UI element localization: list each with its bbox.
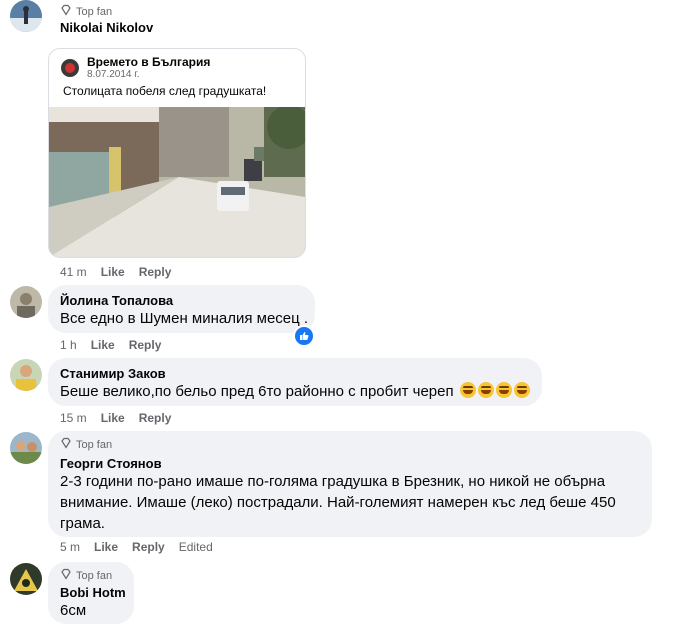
like-button[interactable]: Like bbox=[101, 411, 125, 425]
comment-actions: 5 m Like Reply Edited bbox=[60, 540, 213, 554]
reply-button[interactable]: Reply bbox=[132, 540, 165, 554]
diamond-icon bbox=[60, 4, 72, 19]
comment-time[interactable]: 5 m bbox=[60, 540, 80, 554]
comment-author[interactable]: Станимир Заков bbox=[60, 366, 166, 381]
comment-text: 2-3 години по-рано имаше по-голяма граду… bbox=[60, 473, 616, 532]
post-text: Столицата побеля след градушката! bbox=[63, 84, 267, 98]
avatar-bobi[interactable] bbox=[10, 563, 42, 595]
top-fan-badge: Top fan bbox=[60, 437, 112, 452]
like-button[interactable]: Like bbox=[94, 540, 118, 554]
top-fan-badge: Top fan bbox=[60, 568, 112, 583]
laughing-emoji-icon bbox=[495, 382, 512, 398]
reply-button[interactable]: Reply bbox=[139, 411, 172, 425]
diamond-icon bbox=[60, 437, 72, 452]
comment-actions: 41 m Like Reply bbox=[60, 265, 171, 279]
page-avatar bbox=[61, 58, 79, 77]
like-button[interactable]: Like bbox=[101, 265, 125, 279]
comment-bubble: Йолина Топалова Все едно в Шумен миналия… bbox=[48, 285, 315, 333]
diamond-icon bbox=[60, 568, 72, 583]
avatar-nikolai[interactable] bbox=[10, 0, 42, 32]
comment-actions: 1 h Like Reply bbox=[60, 338, 161, 352]
comment-time[interactable]: 41 m bbox=[60, 265, 87, 279]
reply-button[interactable]: Reply bbox=[139, 265, 172, 279]
like-button[interactable]: Like bbox=[91, 338, 115, 352]
comment-bubble: Top fan Bobi Hotm 6см bbox=[48, 562, 134, 624]
comment-text: 6см bbox=[60, 602, 87, 619]
comment-time[interactable]: 1 h bbox=[60, 338, 77, 352]
top-fan-badge: Top fan bbox=[60, 4, 112, 19]
shared-post-card[interactable]: Времето в България 8.07.2014 г. Столицат… bbox=[48, 48, 306, 258]
comment-time[interactable]: 15 m bbox=[60, 411, 87, 425]
avatar-stanimir[interactable] bbox=[10, 359, 42, 391]
laughing-emoji-icon bbox=[477, 382, 494, 398]
comment-bubble: Станимир Заков Беше велико,по бельо пред… bbox=[48, 358, 542, 406]
reply-button[interactable]: Reply bbox=[129, 338, 162, 352]
page-name[interactable]: Времето в България bbox=[87, 55, 210, 69]
edited-label[interactable]: Edited bbox=[179, 540, 213, 554]
comment-actions: 15 m Like Reply bbox=[60, 411, 171, 425]
laughing-emoji-icon bbox=[513, 382, 530, 398]
like-reaction-icon[interactable] bbox=[293, 325, 315, 347]
laughing-emoji-icon bbox=[459, 382, 476, 398]
post-photo[interactable] bbox=[49, 105, 305, 257]
comment-author[interactable]: Bobi Hotm bbox=[60, 585, 126, 600]
comment-text: Все едно в Шумен миналия месец . bbox=[60, 310, 309, 327]
avatar-georgi[interactable] bbox=[10, 432, 42, 464]
avatar-yolina[interactable] bbox=[10, 286, 42, 318]
comment-text: Беше велико,по бельо пред 6то районно с … bbox=[60, 381, 530, 402]
post-date: 8.07.2014 г. bbox=[87, 69, 140, 80]
comment-author[interactable]: Nikolai Nikolov bbox=[60, 20, 153, 35]
comment-author[interactable]: Георги Стоянов bbox=[60, 456, 162, 471]
comment-author[interactable]: Йолина Топалова bbox=[60, 293, 173, 308]
comment-bubble: Top fan Георги Стоянов 2-3 години по-ран… bbox=[48, 431, 652, 537]
